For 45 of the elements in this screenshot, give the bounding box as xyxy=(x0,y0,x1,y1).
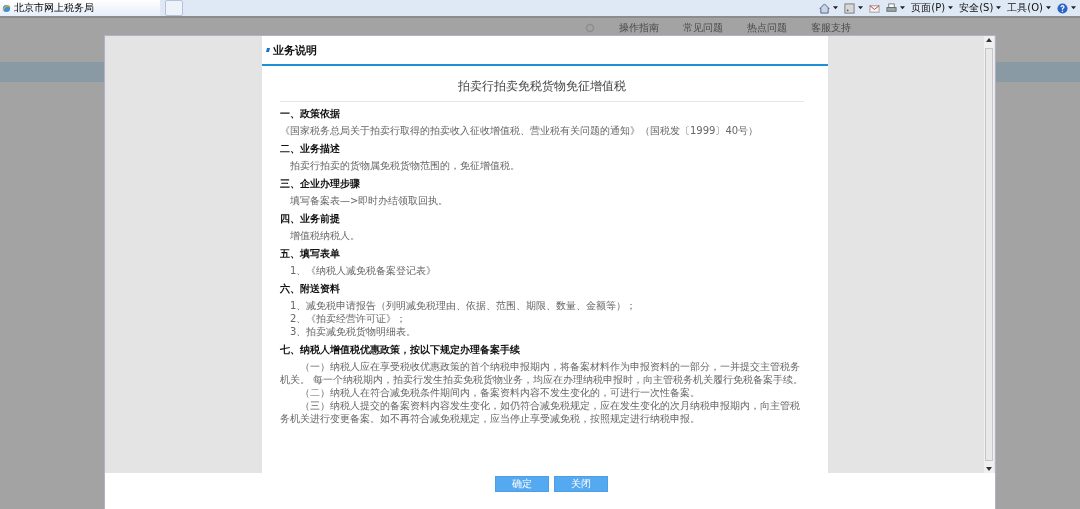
body-text: 增值税纳税人。 xyxy=(289,229,361,242)
bullet-icon xyxy=(265,47,271,53)
body-text: 1、《纳税人减免税备案登记表》 xyxy=(289,264,438,277)
mail-icon[interactable] xyxy=(869,2,881,14)
body-text: 拍卖行拍卖的货物属免税货物范围的，免征增值税。 xyxy=(289,159,521,172)
toolbar-menu[interactable]: 安全(S) xyxy=(959,1,994,15)
scroll-down-icon[interactable] xyxy=(986,467,992,471)
document-title: 拍卖行拍卖免税货物免征增值税 xyxy=(280,66,804,102)
toolbar-menu[interactable]: 页面(P) xyxy=(911,1,946,15)
nav-link[interactable]: 操作指南 xyxy=(619,21,659,35)
dialog-button[interactable]: 确定 xyxy=(495,476,549,492)
nav-link[interactable]: 热点问题 xyxy=(747,21,787,35)
body-text: 3、拍卖减免税货物明细表。 xyxy=(289,325,418,338)
caret-icon[interactable] xyxy=(1046,6,1051,10)
printer-icon[interactable] xyxy=(886,2,898,14)
section-heading: 六、附送资料 xyxy=(280,282,341,296)
body-text: 1、减免税申请报告（列明减免税理由、依据、范围、期限、数量、金额等）； xyxy=(289,299,638,312)
body-text: （三）纳税人提交的备案资料内容发生变化，如仍符合减免税规定，应在发生变化的次月纳税申报期内，向主管税务机关进行变更备案。如不再符合减免税规定，应当停止享受减免税，按照规定进行纳税申报。 xyxy=(280,399,801,425)
body-text: 2、《拍卖经营许可证》； xyxy=(289,312,408,325)
dialog-title: 业务说明 xyxy=(273,42,317,58)
section-heading: 七、纳税人增值税优惠政策，按以下规定办理备案手续 xyxy=(280,343,521,357)
section-heading: 二、业务描述 xyxy=(280,142,341,156)
caret-icon[interactable] xyxy=(1071,6,1076,10)
caret-icon[interactable] xyxy=(996,6,1002,10)
section-heading: 五、填写表单 xyxy=(280,247,341,261)
toolbar-menu[interactable]: 工具(O) xyxy=(1007,1,1043,15)
body-text: 《国家税务总局关于拍卖行取得的拍卖收入征收增值税、营业税有关问题的通知》（国税发〔1999〕40号） xyxy=(280,124,760,137)
browser-logo-icon xyxy=(2,3,11,13)
caret-icon[interactable] xyxy=(858,6,864,10)
section-heading: 三、企业办理步骤 xyxy=(280,177,361,191)
scroll-up-icon[interactable] xyxy=(986,38,992,42)
browser-tab[interactable]: 北京市网上税务局 xyxy=(0,0,160,16)
section-heading: 四、业务前提 xyxy=(280,212,341,226)
section-heading: 一、政策依据 xyxy=(280,107,341,121)
caret-icon[interactable] xyxy=(900,6,906,10)
nav-link[interactable]: 客服支持 xyxy=(811,21,851,35)
nav-link[interactable]: 常见问题 xyxy=(683,21,723,35)
dialog-button[interactable]: 关闭 xyxy=(554,476,608,492)
scrollbar[interactable] xyxy=(984,36,994,473)
caret-icon[interactable] xyxy=(948,6,954,10)
body-text: （一）纳税人应在享受税收优惠政策的首个纳税申报期内，将备案材料作为申报资料的一部分，一并提交主管税务机关。 每一个纳税期内，拍卖行发生拍卖免税货物业务，均应在办理纳税申报时，向主管税务机关履行免税备案手续。 xyxy=(280,360,804,386)
caret-icon[interactable] xyxy=(833,6,839,10)
help-icon[interactable] xyxy=(1057,2,1068,14)
body-text: 填写备案表—>即时办结领取回执。 xyxy=(289,194,450,207)
body-text: （二）纳税人在符合减免税条件期间内，备案资料内容不发生变化的，可进行一次性备案。 xyxy=(299,386,701,399)
